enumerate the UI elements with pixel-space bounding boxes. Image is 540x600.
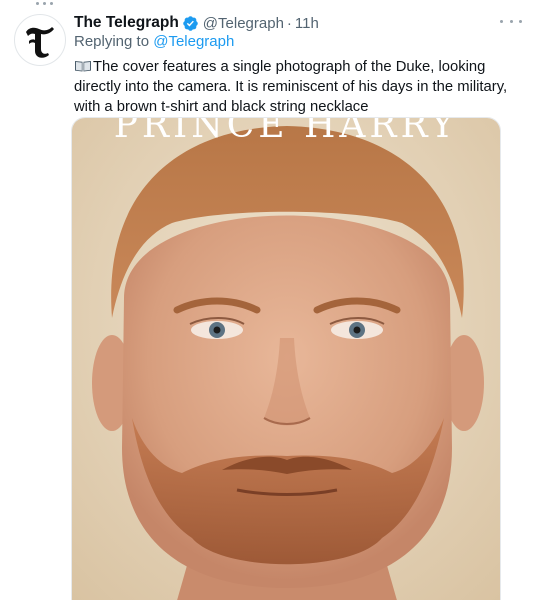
tweet-text: The cover features a single photograph o…	[74, 57, 514, 117]
replying-to: Replying to @Telegraph	[74, 33, 234, 50]
tweet-header: The Telegraph @Telegraph · 11h	[74, 12, 526, 34]
avatar[interactable]	[14, 14, 66, 66]
replying-prefix: Replying to	[74, 33, 150, 50]
replying-handle-link[interactable]: @Telegraph	[153, 33, 234, 50]
tweet-photo[interactable]: PRINCE HARRY	[71, 117, 501, 600]
telegraph-logo-icon	[16, 16, 64, 64]
cover-title: PRINCE HARRY	[113, 117, 459, 146]
author-name[interactable]: The Telegraph	[74, 14, 179, 32]
tweet-text-content: The cover features a single photograph o…	[74, 59, 508, 115]
separator-dot: ·	[286, 14, 292, 32]
author-handle[interactable]: @Telegraph	[203, 15, 284, 32]
more-options-icon[interactable]	[500, 16, 522, 26]
thread-connector-icon	[29, 2, 59, 8]
timestamp[interactable]: 11h	[295, 15, 319, 32]
verified-badge-icon	[183, 15, 198, 31]
portrait-photo	[72, 118, 500, 600]
open-book-icon	[75, 61, 91, 72]
tweet[interactable]: The Telegraph @Telegraph · 11h Replying …	[0, 0, 540, 600]
